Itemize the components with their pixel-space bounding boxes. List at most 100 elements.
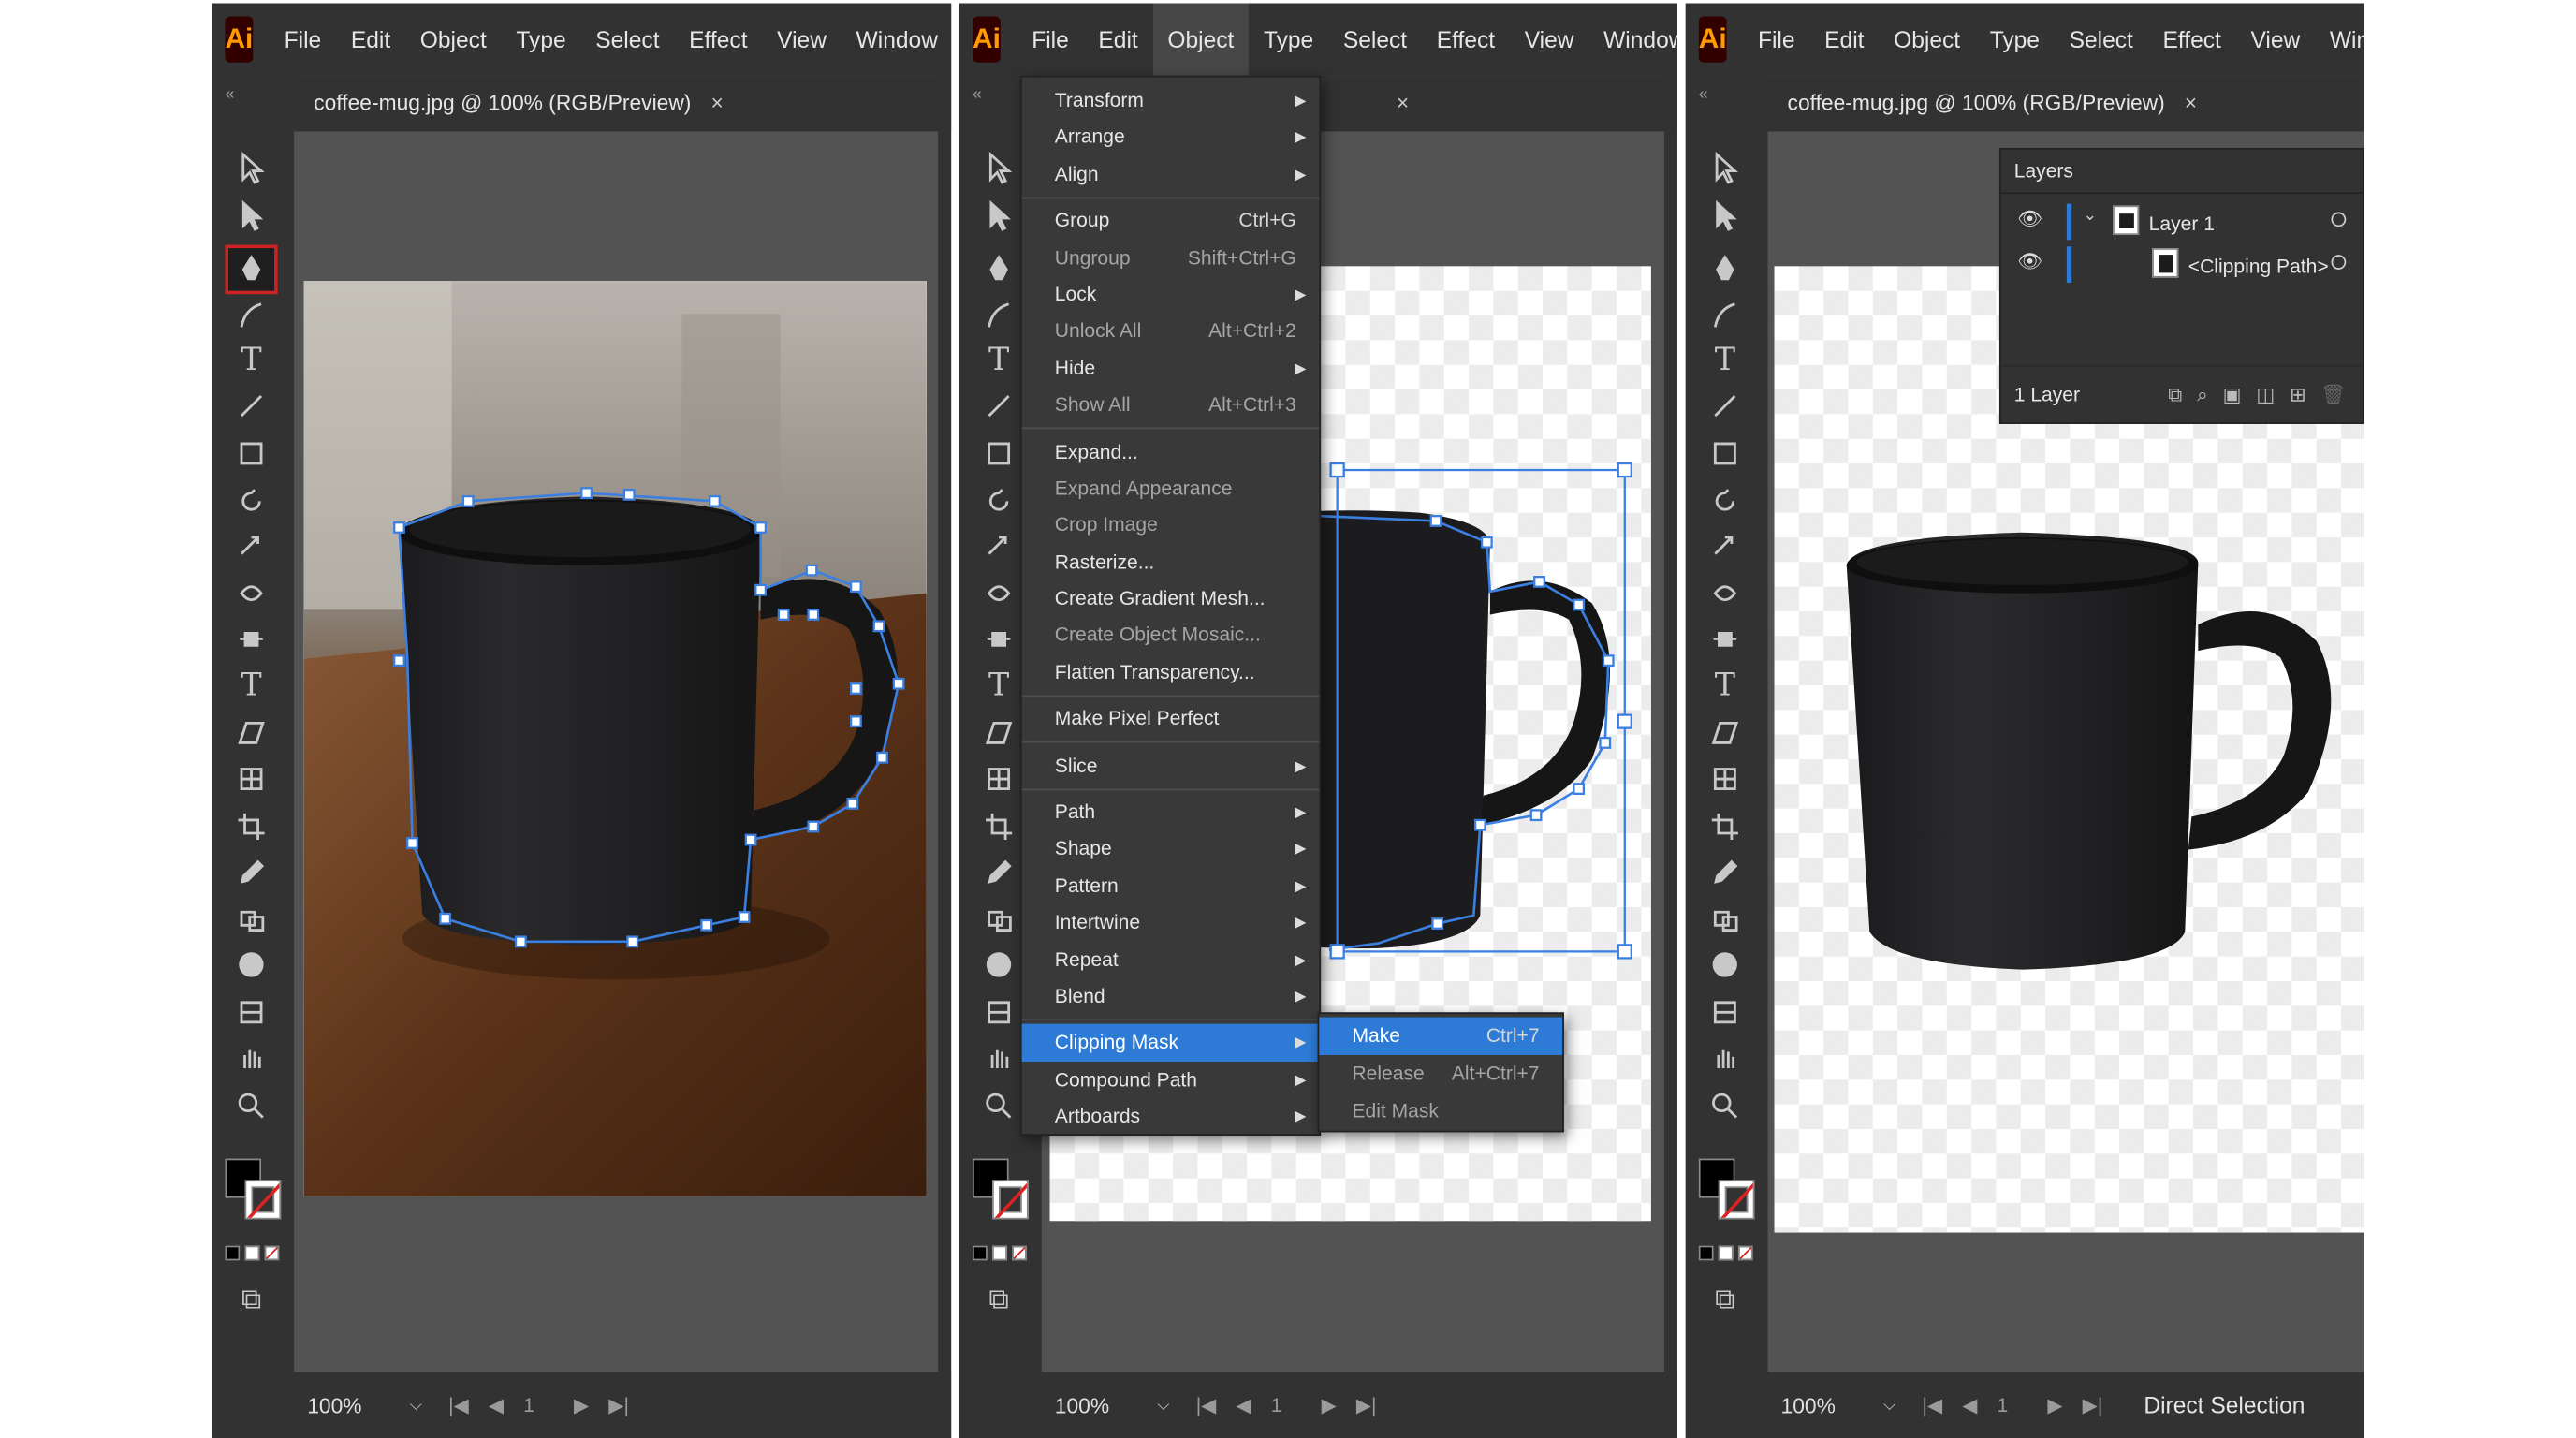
menu-edit[interactable]: Edit — [1809, 4, 1879, 76]
line-tool-icon[interactable] — [228, 385, 274, 428]
menu-item-expand-appearance[interactable]: Expand Appearance — [1022, 470, 1320, 506]
zoom-select[interactable]: 100% ⌵ — [307, 1393, 422, 1417]
curvature-tool-icon[interactable] — [228, 294, 274, 337]
eyedropper-tool-icon[interactable] — [1702, 851, 1748, 894]
artboard-number[interactable]: 1 — [1997, 1394, 2008, 1417]
menu-object[interactable]: Object — [405, 4, 502, 76]
layer-row[interactable]: 👁 ⌄ Layer 1 — [2001, 200, 2363, 243]
mesh-tool-icon[interactable] — [976, 757, 1022, 800]
symbol-sprayer-tool-icon[interactable] — [1702, 944, 1748, 987]
color-mode-icon[interactable] — [973, 1245, 988, 1261]
menu-item-rasterize[interactable]: Rasterize... — [1022, 543, 1320, 580]
screen-mode-icon[interactable]: ⧉ — [228, 1279, 274, 1322]
collect-icon[interactable]: ▣ — [2223, 383, 2242, 407]
previous-artboard-icon[interactable]: ◀ — [1962, 1394, 1977, 1417]
menu-item-shape[interactable]: Shape ▶ — [1022, 830, 1320, 867]
next-artboard-icon[interactable]: ▶ — [2047, 1394, 2062, 1417]
close-tab-icon[interactable]: × — [2185, 91, 2197, 115]
export-icon[interactable]: ⧉ — [2168, 383, 2182, 407]
width-tool-icon[interactable] — [228, 572, 274, 615]
screen-mode-icon[interactable]: ⧉ — [1702, 1279, 1748, 1322]
width-tool-icon[interactable] — [976, 572, 1022, 615]
perspective-tool-icon[interactable] — [1702, 712, 1748, 755]
type-tool-2-icon[interactable]: T — [228, 664, 274, 707]
collapse-toolbar-icon[interactable]: « — [973, 85, 982, 103]
menu-item-create-object-mosaic[interactable]: Create Object Mosaic... — [1022, 617, 1320, 653]
stroke-color-swatch[interactable] — [1718, 1180, 1755, 1220]
rotate-tool-icon[interactable] — [1702, 480, 1748, 523]
color-mode-icon[interactable] — [1698, 1245, 1714, 1261]
menu-type[interactable]: Type — [502, 4, 581, 76]
pen-tool-icon[interactable] — [976, 248, 1022, 291]
menu-item-artboards[interactable]: Artboards ▶ — [1022, 1098, 1320, 1135]
zoom-tool-icon[interactable] — [1702, 1085, 1748, 1128]
menu-file[interactable]: File — [1017, 4, 1083, 76]
menu-view[interactable]: View — [2236, 4, 2315, 76]
menu-item-repeat[interactable]: Repeat ▶ — [1022, 941, 1320, 977]
zoom-select[interactable]: 100% ⌵ — [1781, 1393, 1896, 1417]
type-tool-2-icon[interactable]: T — [1702, 664, 1748, 707]
clipping-mask-icon[interactable]: ◫ — [2256, 383, 2275, 407]
rotate-tool-icon[interactable] — [976, 480, 1022, 523]
menu-item-lock[interactable]: Lock ▶ — [1022, 276, 1320, 313]
blend-tool-icon[interactable] — [1702, 897, 1748, 940]
menu-item-pattern[interactable]: Pattern ▶ — [1022, 868, 1320, 904]
menu-window[interactable]: Window — [842, 4, 951, 76]
gradient-mode-icon[interactable] — [1718, 1245, 1734, 1261]
selection-tool-icon[interactable] — [976, 146, 1022, 189]
menu-item-intertwine[interactable]: Intertwine ▶ — [1022, 904, 1320, 941]
menu-item-path[interactable]: Path ▶ — [1022, 794, 1320, 830]
menu-item-clipping-mask[interactable]: Clipping Mask ▶ — [1021, 1024, 1320, 1062]
menu-view[interactable]: View — [762, 4, 841, 76]
selection-tool-icon[interactable] — [1702, 146, 1748, 189]
photo-canvas[interactable] — [303, 281, 927, 1196]
slice-tool-icon[interactable] — [976, 991, 1022, 1034]
menu-item-hide[interactable]: Hide ▶ — [1022, 349, 1320, 386]
menu-item-show-all[interactable]: Show All Alt+Ctrl+3 — [1022, 387, 1320, 423]
menu-item-group[interactable]: Group Ctrl+G — [1022, 202, 1320, 239]
last-artboard-icon[interactable]: ▶| — [608, 1394, 629, 1417]
menu-edit[interactable]: Edit — [1084, 4, 1153, 76]
menu-item-make-pixel-perfect[interactable]: Make Pixel Perfect — [1022, 700, 1320, 737]
menu-item-align[interactable]: Align ▶ — [1022, 155, 1320, 192]
submenu-item-release[interactable]: Release Alt+Ctrl+7 — [1319, 1055, 1562, 1093]
stroke-color-swatch[interactable] — [244, 1180, 282, 1220]
artboard-number[interactable]: 1 — [1271, 1394, 1282, 1417]
submenu-item-edit-mask[interactable]: Edit Mask — [1319, 1093, 1562, 1130]
zoom-tool-icon[interactable] — [228, 1085, 274, 1128]
menu-item-crop-image[interactable]: Crop Image — [1022, 506, 1320, 543]
pen-tool-icon[interactable] — [1702, 248, 1748, 291]
collapse-toolbar-icon[interactable]: « — [225, 85, 234, 103]
symbol-sprayer-tool-icon[interactable] — [976, 944, 1022, 987]
collapse-toolbar-icon[interactable]: « — [1699, 85, 1708, 103]
mesh-tool-icon[interactable] — [1702, 757, 1748, 800]
close-tab-icon[interactable]: × — [710, 91, 723, 115]
close-tab-icon[interactable]: × — [1397, 91, 1409, 115]
menu-item-expand[interactable]: Expand... — [1022, 433, 1320, 470]
first-artboard-icon[interactable]: |◀ — [448, 1394, 469, 1417]
menu-effect[interactable]: Effect — [2148, 4, 2236, 76]
new-layer-icon[interactable]: ⊞ — [2290, 383, 2306, 407]
pen-tool-icon[interactable] — [225, 244, 278, 295]
shape-builder-tool-icon[interactable] — [976, 618, 1022, 661]
hand-tool-icon[interactable] — [1702, 1037, 1748, 1080]
search-icon[interactable]: ⌕ — [2197, 383, 2208, 407]
menu-edit[interactable]: Edit — [336, 4, 405, 76]
line-tool-icon[interactable] — [1702, 385, 1748, 428]
first-artboard-icon[interactable]: |◀ — [1196, 1394, 1217, 1417]
menu-view[interactable]: View — [1510, 4, 1588, 76]
direct-selection-tool-icon[interactable] — [976, 194, 1022, 237]
crop-tool-icon[interactable] — [228, 805, 274, 848]
stroke-color-swatch[interactable] — [992, 1180, 1029, 1220]
blend-tool-icon[interactable] — [228, 897, 274, 940]
mesh-tool-icon[interactable] — [228, 757, 274, 800]
scale-tool-icon[interactable] — [1702, 526, 1748, 569]
menu-item-create-gradient-mesh[interactable]: Create Gradient Mesh... — [1022, 580, 1320, 617]
curvature-tool-icon[interactable] — [976, 294, 1022, 337]
direct-selection-tool-icon[interactable] — [1702, 194, 1748, 237]
perspective-tool-icon[interactable] — [976, 712, 1022, 755]
hand-tool-icon[interactable] — [976, 1037, 1022, 1080]
eyedropper-tool-icon[interactable] — [228, 851, 274, 894]
menu-effect[interactable]: Effect — [674, 4, 762, 76]
menu-item-unlock-all[interactable]: Unlock All Alt+Ctrl+2 — [1022, 313, 1320, 349]
